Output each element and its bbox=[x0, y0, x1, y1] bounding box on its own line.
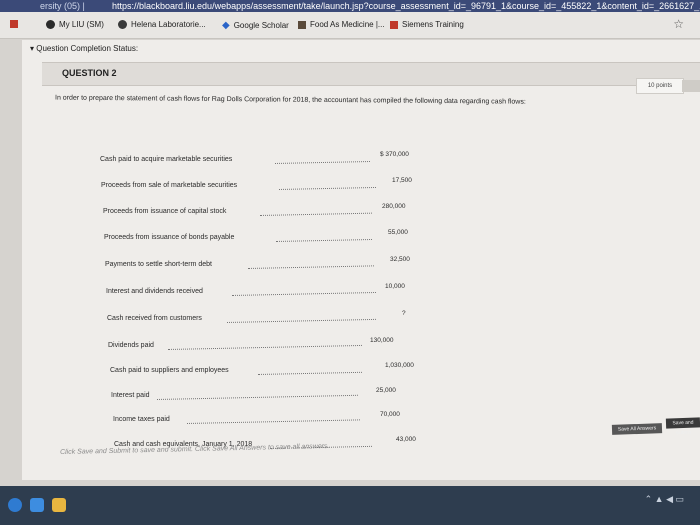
data-row-label: Proceeds from issuance of bonds payable bbox=[104, 234, 235, 241]
data-row-value: 280,000 bbox=[382, 203, 406, 210]
bookmark-google-scholar[interactable]: ◆ Google Scholar bbox=[222, 20, 289, 31]
start-icon[interactable] bbox=[8, 498, 22, 512]
data-row-label: Income taxes paid bbox=[113, 416, 170, 423]
points-badge: 10 points bbox=[636, 78, 684, 94]
data-row-label: Cash received from customers bbox=[107, 315, 202, 322]
bookmark-label: Food As Medicine |... bbox=[310, 20, 385, 29]
bookmark-icon bbox=[390, 20, 398, 29]
bookmark-food-as-medicine[interactable]: Food As Medicine |... bbox=[298, 20, 385, 29]
bookmark-label: My LIU (SM) bbox=[59, 20, 104, 29]
question-title: QUESTION 2 bbox=[62, 68, 117, 78]
data-row-value: 25,000 bbox=[376, 387, 396, 394]
data-row-value: 130,000 bbox=[370, 337, 394, 344]
bookmarks-bar: My LIU (SM) Helena Laboratorie... ◆ Goog… bbox=[0, 12, 700, 39]
data-row-label: Proceeds from issuance of capital stock bbox=[103, 208, 227, 215]
data-row-value: 1,030,000 bbox=[385, 362, 414, 369]
bookmark-label: Siemens Training bbox=[402, 20, 464, 29]
data-row-label: Payments to settle short-term debt bbox=[105, 261, 212, 268]
bookmark-icon bbox=[46, 20, 55, 29]
data-row-label: Cash paid to acquire marketable securiti… bbox=[100, 156, 233, 163]
save-and-submit-button[interactable]: Save and Submit bbox=[665, 417, 700, 436]
diamond-icon: ◆ bbox=[222, 20, 230, 31]
completion-status[interactable]: ▾ Question Completion Status: bbox=[30, 44, 138, 53]
bookmark-icon bbox=[118, 20, 127, 29]
data-row-value: 32,500 bbox=[390, 256, 410, 263]
question-header: QUESTION 2 bbox=[42, 62, 700, 86]
taskbar: ⌃ ▲ ◀ ▭ bbox=[0, 486, 700, 525]
data-row-value: 70,000 bbox=[380, 411, 400, 418]
data-row-label: Interest and dividends received bbox=[106, 288, 203, 295]
data-row-value: 55,000 bbox=[388, 229, 408, 236]
data-row-value: 10,000 bbox=[385, 283, 405, 290]
data-row-label: Proceeds from sale of marketable securit… bbox=[101, 182, 238, 189]
data-row-value: ? bbox=[402, 310, 406, 317]
bookmark-icon bbox=[298, 20, 306, 29]
completion-status-label: Question Completion Status: bbox=[36, 44, 139, 53]
data-row: Cash and cash equivalents, January 1, 20… bbox=[0, 0, 700, 449]
system-tray-icons[interactable]: ⌃ ▲ ◀ ▭ bbox=[645, 494, 684, 505]
data-row-value: $ 370,000 bbox=[380, 151, 409, 158]
data-row-label: Cash paid to suppliers and employees bbox=[110, 367, 229, 374]
data-row-value: 43,000 bbox=[396, 436, 416, 443]
data-row-label: Dividends paid bbox=[108, 342, 154, 349]
data-row-value: 17,500 bbox=[392, 177, 412, 184]
bookmark-star-icon[interactable]: ☆ bbox=[673, 17, 684, 31]
edge-icon[interactable] bbox=[30, 498, 44, 512]
bookmark-helena[interactable]: Helena Laboratorie... bbox=[118, 20, 206, 29]
bookmark-siemens[interactable]: Siemens Training bbox=[390, 20, 464, 29]
folder-icon[interactable] bbox=[52, 498, 66, 512]
save-all-answers-button[interactable]: Save All Answers bbox=[611, 423, 663, 435]
bookmark-label: Helena Laboratorie... bbox=[131, 20, 206, 29]
bookmark-label: Google Scholar bbox=[233, 21, 289, 30]
app-icon[interactable] bbox=[10, 20, 18, 28]
data-row-label: Interest paid bbox=[111, 392, 150, 399]
save-answer-button[interactable] bbox=[682, 80, 700, 92]
bookmark-my-liu[interactable]: My LIU (SM) bbox=[46, 20, 104, 29]
